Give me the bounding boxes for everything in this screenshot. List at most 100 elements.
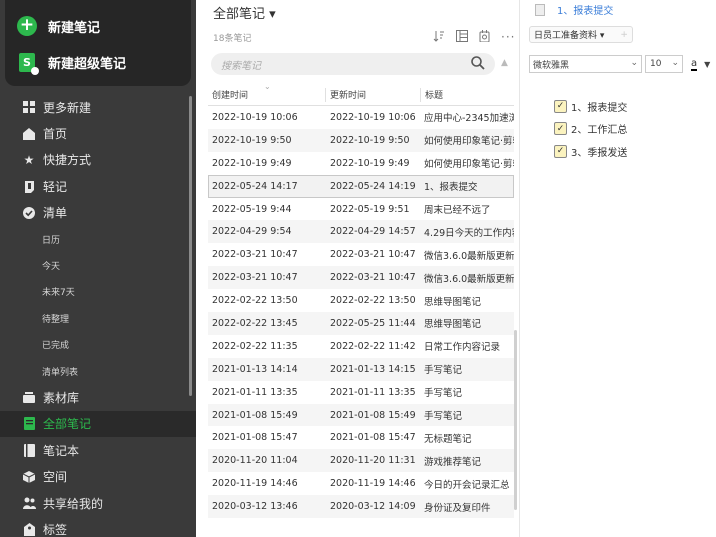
sidebar-item-notebooks[interactable]: 笔记本 — [0, 437, 196, 463]
sort-icon[interactable] — [433, 30, 445, 45]
table-row[interactable]: 2022-02-22 13:45 2022-05-25 11:44 思维导图笔记 — [208, 312, 514, 335]
sidebar-item-calendar[interactable]: 日历 — [0, 226, 196, 252]
table-row[interactable]: 2022-02-22 11:35 2022-02-22 11:42 日常工作内容记录 — [208, 335, 514, 358]
table-row[interactable]: 2021-01-11 13:35 2021-01-11 13:35 手写笔记 — [208, 381, 514, 404]
collapse-up-icon[interactable]: ▲ — [501, 58, 508, 68]
created-cell: 2022-03-21 10:47 — [212, 249, 298, 261]
updated-cell: 2020-11-20 11:31 — [330, 455, 416, 467]
sidebar-item-all-notes[interactable]: 全部笔记 — [0, 410, 196, 438]
title-cell: 无标题笔记 — [424, 433, 472, 445]
font-color-dropdown-icon[interactable]: ▼ — [704, 60, 710, 69]
created-cell: 2022-10-19 10:06 — [212, 111, 298, 123]
updated-cell: 2022-05-24 14:19 — [330, 180, 416, 192]
sidebar-item-today[interactable]: 今天 — [0, 252, 196, 278]
created-cell: 2021-01-13 14:14 — [212, 363, 298, 375]
more-icon[interactable]: ··· — [501, 30, 515, 45]
created-cell: 2022-10-19 9:50 — [212, 134, 292, 146]
sidebar-item-library[interactable]: 素材库 — [0, 384, 196, 410]
title-cell: 微信3.6.0最新版更新 — [424, 273, 514, 285]
header-title[interactable]: 标题 — [421, 88, 514, 102]
search-icon[interactable] — [471, 56, 485, 73]
home-icon — [22, 127, 36, 141]
updated-cell: 2021-01-08 15:47 — [330, 432, 416, 444]
title-cell: 今日的开会记录汇总 — [424, 479, 510, 491]
sidebar-item-tags[interactable]: 标签 — [0, 516, 196, 537]
title-cell: 应用中心-2345加速浏 — [424, 113, 514, 125]
table-row[interactable]: 2022-05-24 14:17 2022-05-24 14:19 1、报表提交 — [208, 174, 514, 198]
list-title[interactable]: 全部笔记 ▾ — [213, 3, 276, 22]
sidebar-item-space[interactable]: 空间 — [0, 463, 196, 489]
add-template-button[interactable]: + — [620, 30, 628, 40]
sidebar: + 新建笔记 S 新建超级笔记 更多新建 首页 ★ 快捷方式 轻记 清单 日历 … — [0, 0, 196, 537]
table-row[interactable]: 2022-03-21 10:47 2022-03-21 10:47 微信3.6.0最… — [208, 266, 514, 290]
table-row[interactable]: 2022-10-19 9:50 2022-10-19 9:50 如何使用印象笔记·剪… — [208, 128, 514, 152]
sidebar-nav: 更多新建 首页 ★ 快捷方式 轻记 清单 日历 今天 未来7天 待整理 已完成 … — [0, 94, 196, 537]
view-mode-icon[interactable] — [456, 30, 468, 45]
sidebar-scrollbar[interactable] — [189, 96, 192, 396]
sidebar-item-quick-note[interactable]: 轻记 — [0, 173, 196, 199]
list-scrollbar[interactable] — [514, 330, 517, 510]
sidebar-item-label: 空间 — [43, 470, 68, 485]
sidebar-item-home[interactable]: 首页 — [0, 120, 196, 146]
table-row[interactable]: 2021-01-08 15:47 2021-01-08 15:47 无标题笔记 — [208, 426, 514, 449]
new-note-button[interactable]: + 新建笔记 — [17, 12, 100, 40]
note-title[interactable]: 1、报表提交 — [557, 2, 613, 17]
table-row[interactable]: 2022-10-19 10:06 2022-10-19 10:06 应用中心-234… — [208, 106, 514, 129]
sidebar-item-to-organize[interactable]: 待整理 — [0, 305, 196, 331]
table-row[interactable]: 2021-01-13 14:14 2021-01-13 14:15 手写笔记 — [208, 357, 514, 381]
table-row[interactable]: 2021-01-08 15:49 2021-01-08 15:49 手写笔记 — [208, 403, 514, 427]
header-updated[interactable]: 更新时间 — [326, 87, 421, 102]
created-cell: 2022-02-22 13:50 — [212, 295, 298, 307]
table-row[interactable]: 2022-03-21 10:47 2022-03-21 10:47 微信3.6.0最… — [208, 243, 514, 266]
title-cell: 如何使用印象笔记·剪辑 — [424, 159, 514, 171]
search-input[interactable]: 搜索笔记 — [221, 57, 261, 72]
sidebar-item-next-7-days[interactable]: 未来7天 — [0, 279, 196, 305]
checklist-item: ✓ 2、工作汇总 — [554, 118, 627, 141]
sidebar-item-shared-with-me[interactable]: 共享给我的 — [0, 490, 196, 516]
updated-cell: 2022-03-21 10:47 — [330, 249, 416, 261]
reminder-icon[interactable] — [479, 30, 490, 45]
font-family-select[interactable]: 微软雅黑 ⌄ — [529, 55, 642, 73]
table-row[interactable]: 2022-10-19 9:49 2022-10-19 9:49 如何使用印象笔记·剪… — [208, 152, 514, 175]
sidebar-item-checklist-list[interactable]: 清单列表 — [0, 358, 196, 384]
table-row[interactable]: 2020-11-19 14:46 2020-11-19 14:46 今日的开会记录汇… — [208, 472, 514, 495]
sidebar-item-label: 已完成 — [42, 341, 70, 352]
list-toolbar: ··· — [433, 30, 515, 45]
title-cell: 手写笔记 — [424, 365, 463, 377]
note-detail-pane: 1、报表提交 日员工准备资料 ▾ + 微软雅黑 ⌄ 10 ⌄ a ▼ ✓ 1、报… — [521, 0, 716, 537]
checklist-item-label: 1、报表提交 — [571, 102, 628, 114]
note-list-pane: 全部笔记 ▾ 18条笔记 ··· 搜索笔记 ▲ 创建时间 更新时间 标题 ⌄ 2… — [196, 0, 520, 537]
title-cell: 如何使用印象笔记·剪辑 — [424, 136, 514, 148]
new-note-label: 新建笔记 — [48, 20, 101, 36]
checklist-item-label: 3、季报发送 — [571, 147, 628, 159]
sidebar-item-checklist[interactable]: 清单 — [0, 200, 196, 226]
chevron-down-icon: ⌄ — [630, 58, 638, 68]
sidebar-item-label: 标签 — [43, 522, 68, 537]
table-row[interactable]: 2022-05-19 9:44 2022-05-19 9:51 周末已经不远了 — [208, 198, 514, 221]
created-cell: 2021-01-08 15:47 — [212, 432, 298, 444]
title-cell: 手写笔记 — [424, 388, 463, 400]
template-button[interactable]: 日员工准备资料 ▾ — [534, 28, 604, 41]
checkbox[interactable]: ✓ — [554, 144, 567, 158]
updated-cell: 2021-01-11 13:35 — [330, 386, 416, 398]
title-cell: 周末已经不远了 — [424, 205, 491, 216]
updated-cell: 2020-11-19 14:46 — [330, 478, 416, 490]
checkbox[interactable]: ✓ — [554, 99, 567, 113]
sidebar-item-more-new[interactable]: 更多新建 — [0, 94, 196, 120]
sidebar-item-shortcuts[interactable]: ★ 快捷方式 — [0, 147, 196, 173]
sidebar-item-completed[interactable]: 已完成 — [0, 332, 196, 358]
table-row[interactable]: 2022-02-22 13:50 2022-02-22 13:50 思维导图笔记 — [208, 289, 514, 312]
font-color-button[interactable]: a — [691, 58, 698, 71]
table-row[interactable]: 2020-03-12 13:46 2020-03-12 14:09 身份证及复印件 — [208, 495, 514, 519]
search-bar[interactable]: 搜索笔记 — [211, 53, 495, 75]
table-row[interactable]: 2020-11-20 11:04 2020-11-20 11:31 游戏推荐笔记 — [208, 449, 514, 473]
table-row[interactable]: 2022-04-29 9:54 2022-04-29 14:57 4.29日今天的工… — [208, 220, 514, 244]
checkbox[interactable]: ✓ — [554, 122, 567, 136]
updated-cell: 2022-05-19 9:51 — [330, 203, 410, 215]
created-cell: 2022-02-22 11:35 — [212, 340, 298, 352]
created-cell: 2021-01-08 15:49 — [212, 409, 298, 421]
font-size-select[interactable]: 10 ⌄ — [645, 55, 683, 73]
title-cell: 微信3.6.0最新版更新 — [424, 250, 514, 262]
updated-cell: 2022-10-19 9:50 — [330, 134, 410, 146]
new-super-note-button[interactable]: S 新建超级笔记 — [17, 48, 126, 76]
